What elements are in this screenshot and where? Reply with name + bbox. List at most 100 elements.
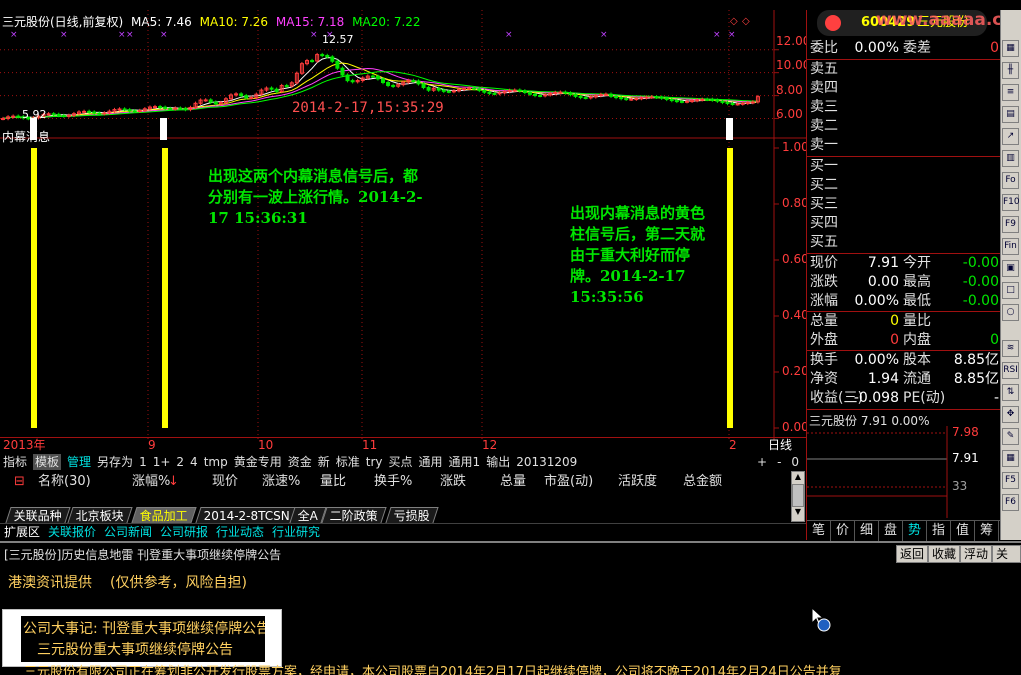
col-volume-ratio[interactable]: 量比 [320,473,346,491]
fo-icon[interactable]: Fo [1002,172,1019,189]
toolbar-item-1plus[interactable]: 1+ [153,454,171,470]
tab-related[interactable]: 关联品种 [5,507,71,523]
tab-tcsn[interactable]: 2014-2-8TCSN [195,507,299,523]
col-price[interactable]: 现价 [212,473,238,491]
toolbar-item-manage[interactable]: 管理 [67,454,91,470]
zoom-in-button[interactable]: + [757,455,767,469]
toolbar-item-4[interactable]: 4 [190,454,198,470]
arrow-icon[interactable]: ⇅ [1002,384,1019,401]
tab-company-news[interactable]: 公司新闻 [104,524,152,541]
toolbar-item-1[interactable]: 1 [139,454,147,470]
toolbar-item-tmp[interactable]: tmp [204,454,228,470]
tab-index[interactable]: 指 [927,521,951,541]
main-chart-panel[interactable]: 三元股份(日线,前复权) MA5: 7.46 MA10: 7.26 MA15: … [0,10,810,440]
sell-row-4[interactable]: 卖四 [807,79,1001,98]
table-icon[interactable]: ▦ [1002,450,1019,467]
buy-row-3[interactable]: 买三 [807,195,1001,214]
mini-trend-chart[interactable] [807,426,1001,518]
buy-row-2[interactable]: 买二 [807,176,1001,195]
col-total-volume[interactable]: 总量 [500,473,526,491]
tab-industry-research[interactable]: 行业研究 [272,524,320,541]
rsi-icon[interactable]: RSI [1002,362,1019,379]
kline-icon[interactable]: ╫ [1002,62,1019,79]
col-change[interactable]: 涨跌 [440,473,466,491]
toolbar-item-saveas[interactable]: 另存为 [97,454,133,470]
col-change-pct[interactable]: 涨幅% [132,473,170,491]
tab-trend[interactable]: 势 [903,521,927,541]
trend-icon[interactable]: ↗ [1002,128,1019,145]
toolbar-item-gold[interactable]: 黄金专用 [234,454,282,470]
tab-ext-area[interactable]: 扩展区 [4,524,40,541]
toolbar-item-date[interactable]: 20131209 [516,454,577,470]
toolbar-item-try[interactable]: try [366,454,383,470]
ind-tick-1: 1.00 [782,140,809,154]
toolbar-item-general1[interactable]: 通用1 [449,454,481,470]
tab-food[interactable]: 食品加工 [131,507,197,523]
sell-row-5[interactable]: 卖五 [807,60,1001,79]
buy-row-5[interactable]: 买五 [807,233,1001,252]
toolbar-item-general[interactable]: 通用 [419,454,443,470]
zoom-out-button[interactable]: - [777,455,781,469]
book-icon[interactable]: ▣ [1002,260,1019,277]
candle-body [568,92,573,96]
candle-body [269,87,274,90]
toolbar-item-output[interactable]: 输出 [486,454,510,470]
tab-book[interactable]: 盘 [879,521,903,541]
move-icon[interactable]: ✥ [1002,406,1019,423]
circle-icon[interactable]: ○ [1002,304,1019,321]
scroll-down-icon[interactable]: ▼ [792,507,804,519]
toolbar-item-standard[interactable]: 标准 [336,454,360,470]
tab-detail[interactable]: 细 [855,521,879,541]
list-icon[interactable]: ≡ [1002,84,1019,101]
bars-icon[interactable]: ▥ [1002,150,1019,167]
f9-icon[interactable]: F9 [1002,216,1019,233]
box-icon[interactable]: □ [1002,282,1019,299]
col-activity[interactable]: 活跃度 [618,473,657,491]
tab-price[interactable]: 价 [831,521,855,541]
favorite-button[interactable]: 收藏 [928,545,961,563]
tab-trades[interactable]: 笔 [807,521,831,541]
scroll-up-icon[interactable]: ▲ [792,472,804,484]
toolbar-item-buypoint[interactable]: 买点 [389,454,413,470]
toolbar-item-2[interactable]: 2 [176,454,184,470]
sell-row-3[interactable]: 卖三 [807,98,1001,117]
close-button[interactable]: 关闭 [992,545,1021,577]
col-name[interactable]: 名称(30) [38,473,91,491]
f10-icon[interactable]: F10 [1002,194,1020,211]
sell-row-1[interactable]: 卖一 [807,136,1001,155]
tab-chips[interactable]: 筹 [975,521,999,541]
toolbar-item-new[interactable]: 新 [318,454,330,470]
col-turnover[interactable]: 换手% [374,473,412,491]
back-button[interactable]: 返回 [896,545,929,563]
sell-row-2[interactable]: 卖二 [807,117,1001,136]
f6-icon[interactable]: F6 [1002,494,1019,511]
tab-company-research[interactable]: 公司研报 [160,524,208,541]
float-button[interactable]: 浮动 [960,545,993,563]
tab-value[interactable]: 值 [951,521,975,541]
col-pe[interactable]: 市盈(动) [544,473,593,491]
buy-row-1[interactable]: 买一 [807,157,1001,176]
fin-icon[interactable]: Fin [1002,238,1019,255]
toolbar-item-template[interactable]: 模板 [33,454,62,470]
scroll-thumb[interactable] [792,484,804,507]
col-amount[interactable]: 总金额 [683,473,722,491]
grid-icon[interactable]: ▤ [1002,106,1019,123]
quote-scrollbar[interactable]: ▲ ▼ [791,471,805,522]
col-speed[interactable]: 涨速% [262,473,300,491]
tab-policy[interactable]: 二阶政策 [321,507,387,523]
tab-industry-news[interactable]: 行业动态 [216,524,264,541]
toolbar-item-fund[interactable]: 资金 [288,454,312,470]
chart-icon[interactable]: ▦ [1002,40,1019,57]
zoom-reset-button[interactable]: 0 [791,455,799,469]
period-label[interactable]: 日线 [768,438,792,453]
f5-icon[interactable]: F5 [1002,472,1019,489]
tab-related-quote[interactable]: 关联报价 [48,524,96,541]
toolbar-item-indicator[interactable]: 指标 [3,454,27,470]
candle-body [745,102,750,105]
buy-row-4[interactable]: 买四 [807,214,1001,233]
tab-beijing[interactable]: 北京板块 [67,507,133,523]
mini-chart-icon[interactable]: ≋ [1002,340,1019,357]
event-title[interactable]: 三元股份重大事项继续停牌公告 [37,639,233,659]
pen-icon[interactable]: ✎ [1002,428,1019,445]
tab-loss[interactable]: 亏损股 [385,507,439,523]
